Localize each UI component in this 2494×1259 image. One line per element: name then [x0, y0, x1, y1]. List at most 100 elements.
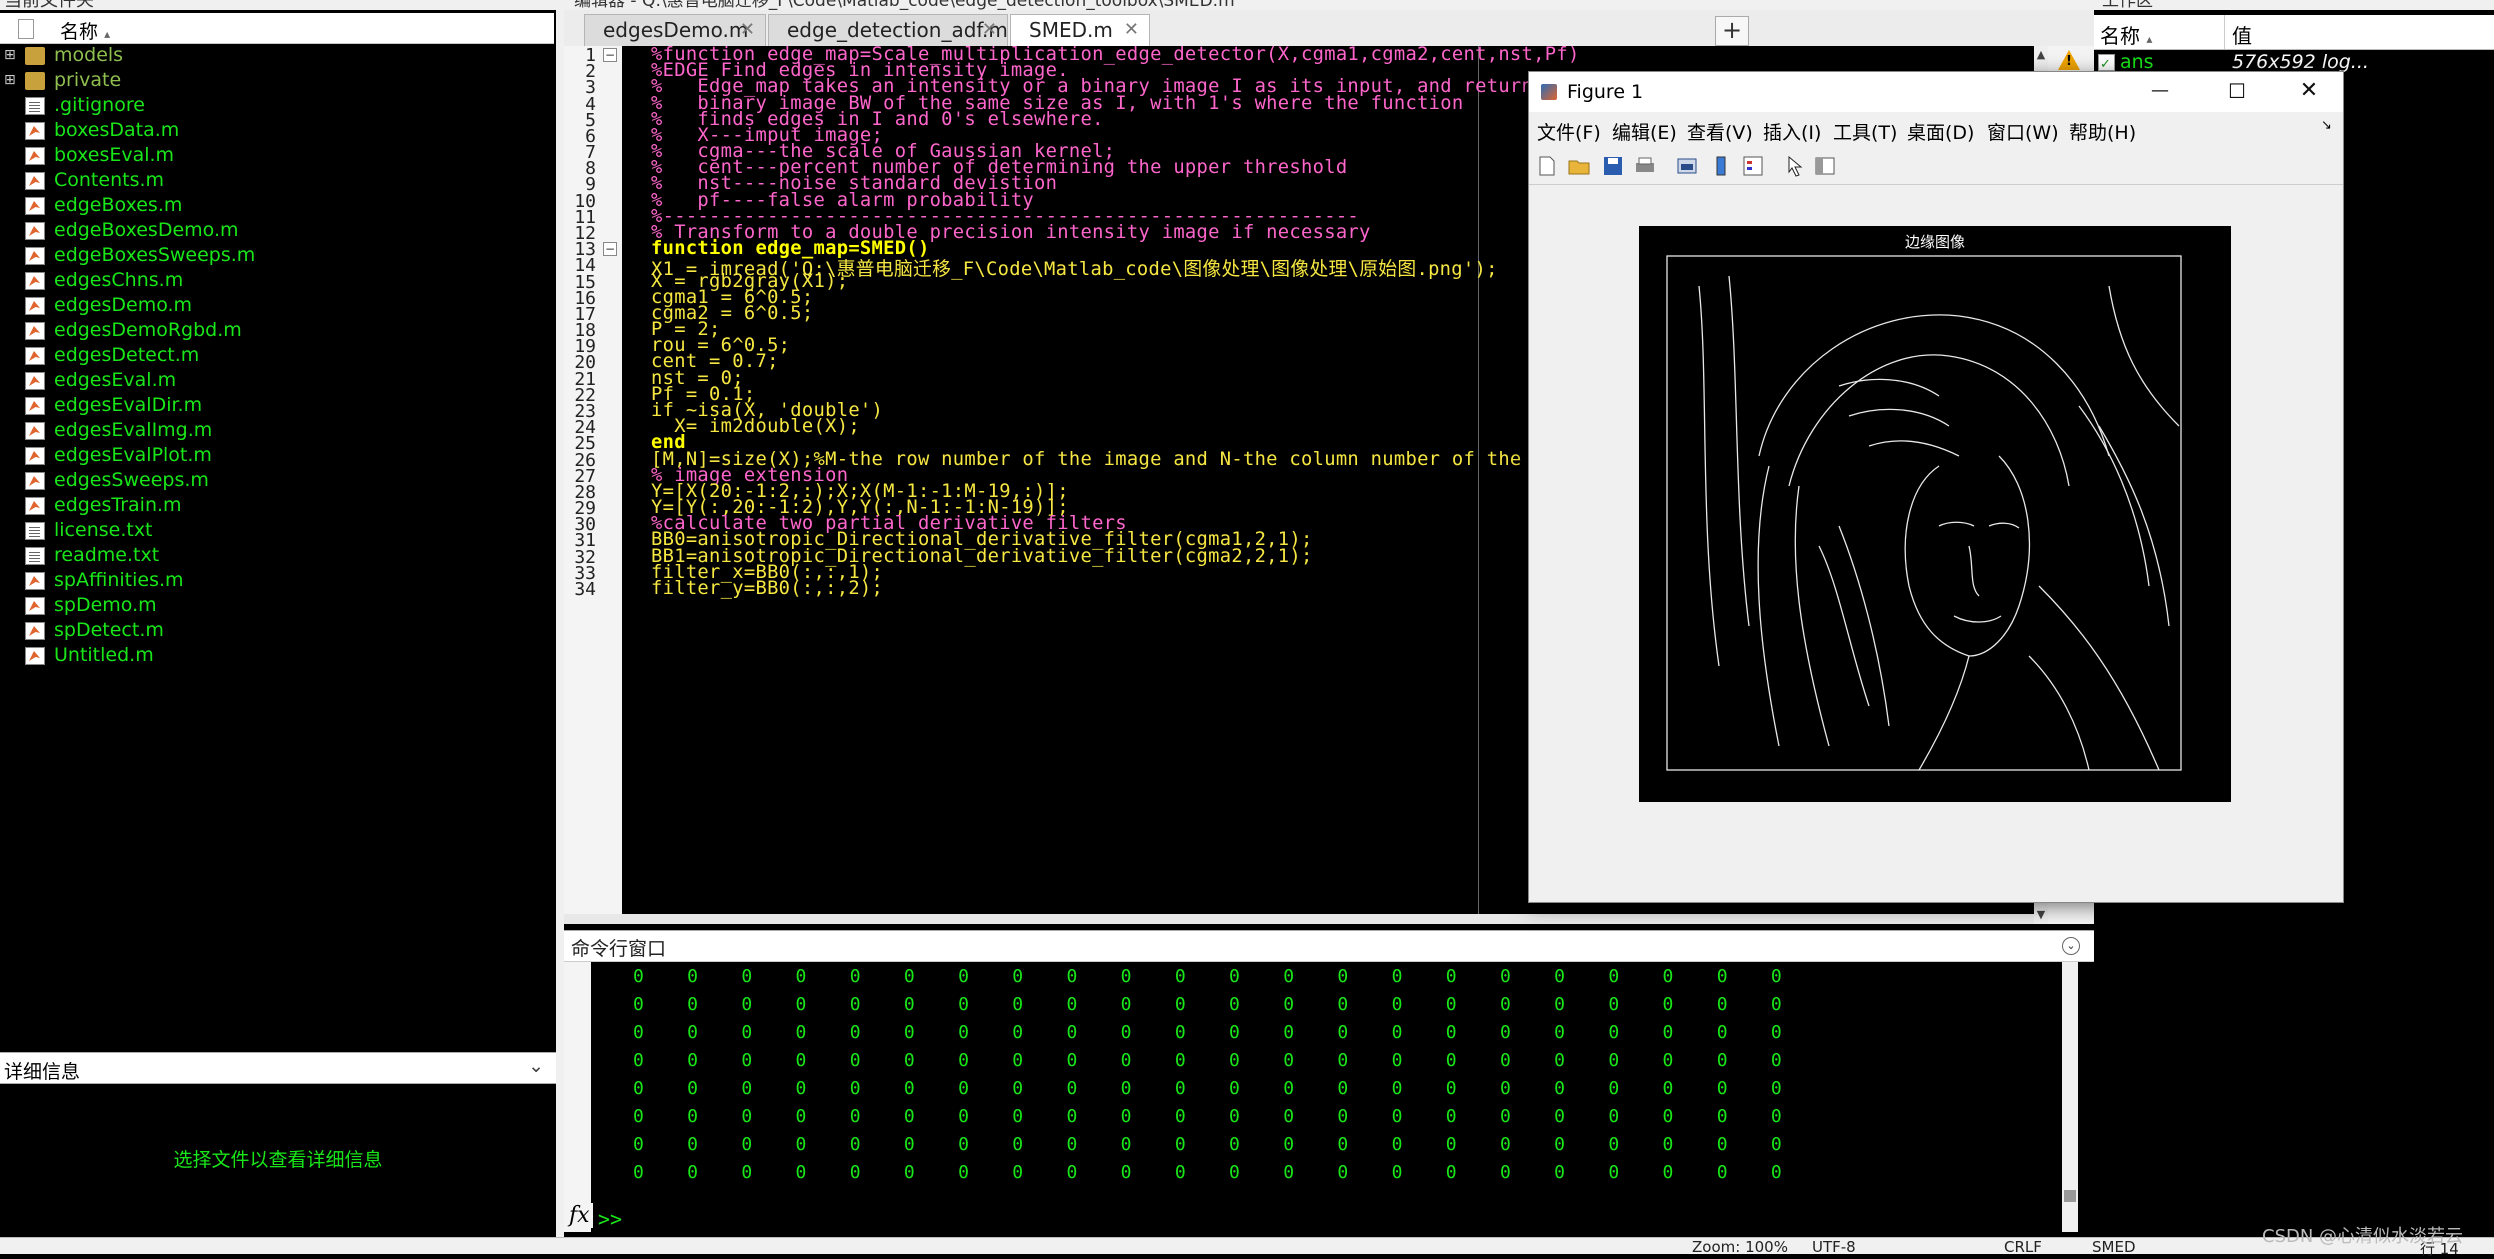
- pointer-icon[interactable]: [1783, 154, 1807, 178]
- matlab-file-icon: [25, 472, 45, 490]
- figure-menu-bar: 文件(F) 编辑(E) 查看(V) 插入(I) 工具(T) 桌面(D) 窗口(W…: [1529, 114, 2343, 146]
- variable-value: 576x592 log...: [2232, 51, 2369, 73]
- editor-horizontal-scrollbar[interactable]: [564, 914, 2048, 924]
- colorbar-icon[interactable]: [1709, 154, 1733, 178]
- line-number: 34: [574, 578, 596, 600]
- file-list-item[interactable]: edgeBoxesSweeps.m: [0, 243, 556, 268]
- file-list-item[interactable]: spDetect.m: [0, 618, 556, 643]
- figure-window[interactable]: Figure 1 — ☐ ✕ 文件(F) 编辑(E) 查看(V) 插入(I) 工…: [1528, 71, 2344, 903]
- tab-edge-detection-adf[interactable]: edge_detection_adf.m ✕: [768, 14, 1008, 46]
- scroll-up-icon[interactable]: ▲: [2034, 46, 2048, 64]
- file-list-item[interactable]: edgesEvalImg.m: [0, 418, 556, 443]
- menu-desktop[interactable]: 桌面(D): [1907, 118, 1974, 145]
- file-list-header[interactable]: 名称 ▴: [0, 13, 554, 44]
- edge-hat-top: [1788, 354, 2070, 487]
- minimize-icon[interactable]: —: [2135, 76, 2185, 106]
- function-browser-icon[interactable]: fx: [569, 1203, 593, 1228]
- workspace-column-name[interactable]: 名称 ▴: [2100, 20, 2152, 49]
- close-icon[interactable]: ✕: [982, 15, 997, 45]
- menu-view[interactable]: 查看(V): [1687, 118, 1753, 145]
- file-list-item[interactable]: .gitignore: [0, 93, 556, 118]
- matlab-file-icon: [25, 322, 45, 340]
- file-list-item[interactable]: Contents.m: [0, 168, 556, 193]
- menu-help[interactable]: 帮助(H): [2069, 118, 2136, 145]
- file-name: edgesDemo.m: [54, 294, 193, 316]
- file-name: Contents.m: [54, 169, 165, 191]
- file-list-item[interactable]: readme.txt: [0, 543, 556, 568]
- file-name: boxesData.m: [54, 119, 180, 141]
- close-icon[interactable]: ✕: [2284, 76, 2334, 106]
- legend-icon[interactable]: [1741, 154, 1765, 178]
- check-icon: ✓: [2100, 57, 2111, 72]
- print-icon[interactable]: [1633, 154, 1657, 178]
- command-window-scrollbar[interactable]: [2062, 962, 2078, 1232]
- edge-background-3: [1728, 275, 1750, 627]
- file-list-item[interactable]: edgesDemo.m: [0, 293, 556, 318]
- fold-toggle-icon[interactable]: −: [603, 242, 617, 257]
- file-list-item[interactable]: Untitled.m: [0, 643, 556, 668]
- command-prompt-line[interactable]: fx >>: [564, 1203, 2094, 1233]
- figure-title-bar[interactable]: Figure 1 — ☐ ✕: [1529, 72, 2343, 112]
- menu-edit[interactable]: 编辑(E): [1612, 118, 1677, 145]
- details-header[interactable]: 详细信息 ⌄: [0, 1052, 556, 1084]
- matlab-file-icon: [25, 447, 45, 465]
- chevron-down-icon[interactable]: ⌄: [2062, 937, 2080, 955]
- close-icon[interactable]: ✕: [740, 15, 755, 45]
- figure-toolbar: [1529, 148, 2343, 185]
- text-file-icon: [25, 97, 45, 115]
- text-file-icon: [25, 547, 45, 565]
- file-list-item[interactable]: edgesEvalPlot.m: [0, 443, 556, 468]
- workspace-title-bar: 工作区: [2094, 0, 2494, 11]
- file-list-item[interactable]: edgesEval.m: [0, 368, 556, 393]
- file-list-item[interactable]: ⊞ private: [0, 68, 556, 93]
- file-list-item[interactable]: edgesEvalDir.m: [0, 393, 556, 418]
- file-list-item[interactable]: spDemo.m: [0, 593, 556, 618]
- file-list-item[interactable]: spAffinities.m: [0, 568, 556, 593]
- close-icon[interactable]: ✕: [1124, 15, 1139, 45]
- file-list-item[interactable]: edgeBoxesDemo.m: [0, 218, 556, 243]
- tab-smed[interactable]: SMED.m ✕: [1010, 14, 1150, 46]
- link-plot-icon[interactable]: [1675, 154, 1699, 178]
- file-list-item[interactable]: edgesDemoRgbd.m: [0, 318, 556, 343]
- dock-arrow-icon[interactable]: ↘: [2321, 118, 2332, 133]
- expand-icon[interactable]: ⊞: [4, 43, 16, 68]
- code-line[interactable]: filter_y=BB0(:,:,2);: [651, 578, 883, 599]
- open-file-icon[interactable]: [1567, 154, 1591, 178]
- menu-insert[interactable]: 插入(I): [1763, 118, 1821, 145]
- menu-window[interactable]: 窗口(W): [1987, 118, 2059, 145]
- property-inspector-icon[interactable]: [1813, 154, 1837, 178]
- chevron-down-icon[interactable]: ⌄: [528, 1055, 544, 1077]
- column-name-header[interactable]: 名称 ▴: [60, 17, 110, 44]
- figure-image-axes[interactable]: 边缘图像: [1639, 226, 2231, 802]
- edge-face-left: [1904, 465, 1970, 657]
- menu-tools[interactable]: 工具(T): [1833, 118, 1897, 145]
- expand-icon[interactable]: ⊞: [4, 68, 16, 93]
- editor-title-bar: 编辑器 - Q:\惠普电脑迁移_F\Code\Matlab_code\edge_…: [564, 0, 2094, 11]
- workspace-variable-row[interactable]: ✓ ans 576x592 log...: [2094, 51, 2494, 73]
- scroll-thumb[interactable]: [2064, 1190, 2076, 1202]
- panel-splitter[interactable]: [556, 0, 564, 1253]
- file-list-item[interactable]: edgesDetect.m: [0, 343, 556, 368]
- file-list-item[interactable]: edgesTrain.m: [0, 493, 556, 518]
- add-tab-button[interactable]: +: [1715, 16, 1749, 46]
- file-list-item[interactable]: edgeBoxes.m: [0, 193, 556, 218]
- save-icon[interactable]: [1601, 154, 1625, 178]
- file-list-item[interactable]: license.txt: [0, 518, 556, 543]
- file-list-item[interactable]: edgesSweeps.m: [0, 468, 556, 493]
- file-name: edgesEval.m: [54, 369, 177, 391]
- image-border: [1666, 255, 2182, 771]
- menu-file[interactable]: 文件(F): [1537, 118, 1601, 145]
- file-list-item[interactable]: boxesEval.m: [0, 143, 556, 168]
- scroll-down-icon[interactable]: ▼: [2034, 906, 2048, 924]
- workspace-column-value[interactable]: 值: [2232, 20, 2252, 49]
- file-list-item[interactable]: boxesData.m: [0, 118, 556, 143]
- fold-toggle-icon[interactable]: −: [603, 48, 617, 62]
- new-figure-icon[interactable]: [1535, 154, 1559, 178]
- variable-name: ans: [2120, 51, 2154, 73]
- details-message: 选择文件以查看详细信息: [173, 1149, 383, 1171]
- file-list-item[interactable]: ⊞ models: [0, 43, 556, 68]
- tab-edgesdemo[interactable]: edgesDemo.m ✕: [584, 14, 766, 46]
- figure-title: Figure 1: [1567, 81, 1644, 103]
- maximize-icon[interactable]: ☐: [2212, 76, 2262, 106]
- file-list-item[interactable]: edgesChns.m: [0, 268, 556, 293]
